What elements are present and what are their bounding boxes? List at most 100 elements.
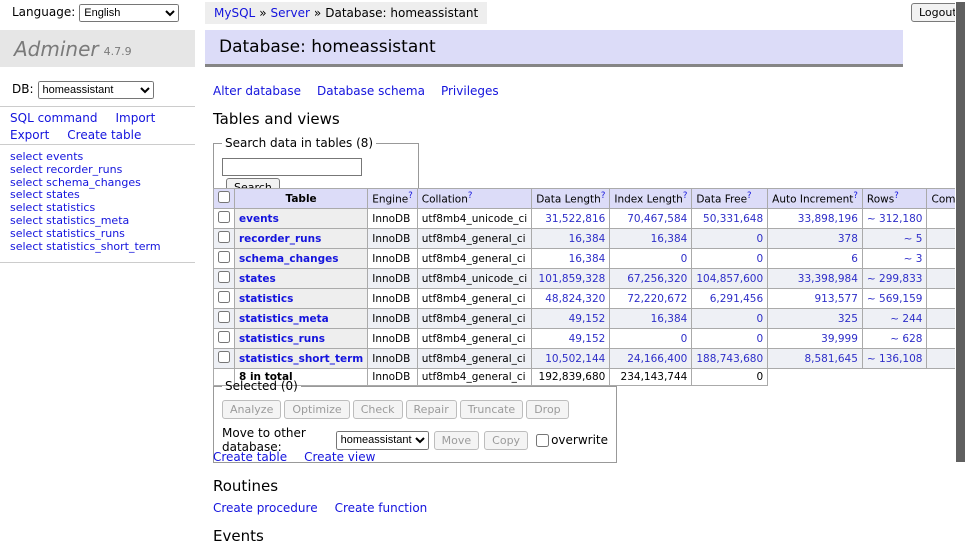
- data-free-cell: 6,291,456: [692, 289, 768, 309]
- table-name-link[interactable]: schema_changes: [239, 253, 339, 265]
- sidebar-actions: SQL command Import Export Create table: [10, 111, 182, 142]
- help-icon[interactable]: ?: [894, 191, 899, 201]
- page-header-band: Database: homeassistant: [205, 30, 903, 67]
- search-input[interactable]: [222, 158, 362, 176]
- sidebar-select-link[interactable]: select statistics_runs: [10, 228, 161, 241]
- database-nav-links: Alter database Database schema Privileges: [213, 84, 515, 98]
- table-name-link[interactable]: events: [239, 213, 279, 225]
- column-header: Collation?: [417, 189, 531, 209]
- selected-analyze-button[interactable]: Analyze: [222, 400, 281, 419]
- rows-cell: ~ 628: [862, 329, 927, 349]
- table-name-link[interactable]: states: [239, 273, 276, 285]
- table-row: eventsInnoDButf8mb4_unicode_ci31,522,816…: [214, 209, 966, 229]
- help-icon[interactable]: ?: [853, 191, 858, 201]
- breadcrumb-link[interactable]: MySQL: [214, 6, 255, 20]
- selected-check-button[interactable]: Check: [353, 400, 403, 419]
- sidebar-action-link[interactable]: SQL command: [10, 111, 97, 125]
- app-logo[interactable]: Adminer: [14, 37, 99, 61]
- column-header: Data Free?: [692, 189, 768, 209]
- copy-button[interactable]: Copy: [484, 431, 528, 450]
- breadcrumb-separator: »: [314, 6, 321, 20]
- table-name-cell: statistics_short_term: [235, 349, 368, 369]
- table-name-link[interactable]: recorder_runs: [239, 233, 321, 245]
- checkbox-cell: [214, 209, 235, 229]
- table-row: schema_changesInnoDButf8mb4_general_ci16…: [214, 249, 966, 269]
- language-select[interactable]: English: [79, 4, 179, 22]
- row-checkbox[interactable]: [218, 271, 230, 283]
- move-button[interactable]: Move: [434, 431, 480, 450]
- table-name-link[interactable]: statistics_meta: [239, 313, 329, 325]
- checkbox-cell: [214, 349, 235, 369]
- rows-cell: ~ 3: [862, 249, 927, 269]
- total-number-cell: 234,143,744: [610, 369, 692, 386]
- language-row: Language:English: [12, 4, 179, 22]
- move-db-select[interactable]: homeassistant: [336, 431, 429, 450]
- checkbox-cell: [214, 249, 235, 269]
- row-checkbox[interactable]: [218, 211, 230, 223]
- auto-increment-cell: 378: [768, 229, 863, 249]
- data-free-cell: 0: [692, 249, 768, 269]
- selected-repair-button[interactable]: Repair: [406, 400, 457, 419]
- database-nav-link[interactable]: Privileges: [441, 84, 499, 98]
- column-header-label: Index Length: [614, 194, 682, 206]
- row-checkbox[interactable]: [218, 291, 230, 303]
- sidebar-action-link[interactable]: Export: [10, 128, 49, 142]
- help-icon[interactable]: ?: [601, 191, 606, 201]
- index-length-cell: 70,467,584: [610, 209, 692, 229]
- row-checkbox[interactable]: [218, 191, 230, 203]
- scrollbar-thumb[interactable]: [956, 2, 965, 462]
- breadcrumb-link[interactable]: Server: [271, 6, 310, 20]
- checkbox-cell: [214, 189, 235, 209]
- table-name-link[interactable]: statistics_runs: [239, 333, 325, 345]
- database-nav-link[interactable]: Alter database: [213, 84, 301, 98]
- table-row: statistics_metaInnoDButf8mb4_general_ci4…: [214, 309, 966, 329]
- breadcrumb: MySQL»Server»Database: homeassistant: [205, 2, 487, 24]
- sidebar-action-link[interactable]: Import: [115, 111, 155, 125]
- sidebar-action-link[interactable]: Create table: [67, 128, 141, 142]
- collation-cell: utf8mb4_general_ci: [417, 309, 531, 329]
- tables-overview-table: TableEngine?Collation?Data Length?Index …: [213, 188, 966, 386]
- row-checkbox[interactable]: [218, 351, 230, 363]
- sidebar-select-link[interactable]: select statistics_meta: [10, 215, 161, 228]
- sidebar-select-link[interactable]: select events: [10, 151, 161, 164]
- sidebar-divider: [0, 106, 195, 107]
- create-link[interactable]: Create view: [304, 450, 375, 464]
- table-name-link[interactable]: statistics_short_term: [239, 353, 363, 365]
- selected-optimize-button[interactable]: Optimize: [284, 400, 349, 419]
- selected-drop-button[interactable]: Drop: [526, 400, 568, 419]
- column-header-label: Collation: [422, 194, 468, 206]
- index-length-cell: 16,384: [610, 309, 692, 329]
- help-icon[interactable]: ?: [468, 191, 473, 201]
- help-icon[interactable]: ?: [408, 191, 413, 201]
- collation-cell: utf8mb4_general_ci: [417, 229, 531, 249]
- vertical-scrollbar[interactable]: [955, 0, 966, 543]
- row-checkbox[interactable]: [218, 311, 230, 323]
- rows-cell: ~ 136,108: [862, 349, 927, 369]
- sidebar-select-link[interactable]: select recorder_runs: [10, 164, 161, 177]
- checkbox-cell: [214, 229, 235, 249]
- collation-cell: utf8mb4_general_ci: [417, 329, 531, 349]
- auto-increment-cell: 33,898,196: [768, 209, 863, 229]
- selected-truncate-button[interactable]: Truncate: [460, 400, 523, 419]
- engine-cell: InnoDB: [368, 289, 418, 309]
- routine-create-link[interactable]: Create procedure: [213, 501, 318, 515]
- checkbox-cell: [214, 289, 235, 309]
- overwrite-checkbox[interactable]: [536, 434, 549, 447]
- sidebar-select-link[interactable]: select statistics_short_term: [10, 241, 161, 254]
- row-checkbox[interactable]: [218, 231, 230, 243]
- data-free-cell: 188,743,680: [692, 349, 768, 369]
- auto-increment-cell: 6: [768, 249, 863, 269]
- help-icon[interactable]: ?: [747, 191, 752, 201]
- row-checkbox[interactable]: [218, 331, 230, 343]
- search-legend: Search data in tables (8): [222, 136, 376, 150]
- routine-create-link[interactable]: Create function: [335, 501, 428, 515]
- table-name-link[interactable]: statistics: [239, 293, 293, 305]
- create-link[interactable]: Create table: [213, 450, 287, 464]
- db-select[interactable]: homeassistant: [38, 81, 154, 99]
- data-free-cell: 0: [692, 229, 768, 249]
- database-nav-link[interactable]: Database schema: [317, 84, 425, 98]
- collation-cell: utf8mb4_unicode_ci: [417, 209, 531, 229]
- help-icon[interactable]: ?: [683, 191, 688, 201]
- row-checkbox[interactable]: [218, 251, 230, 263]
- create-links: Create table Create view: [213, 450, 392, 464]
